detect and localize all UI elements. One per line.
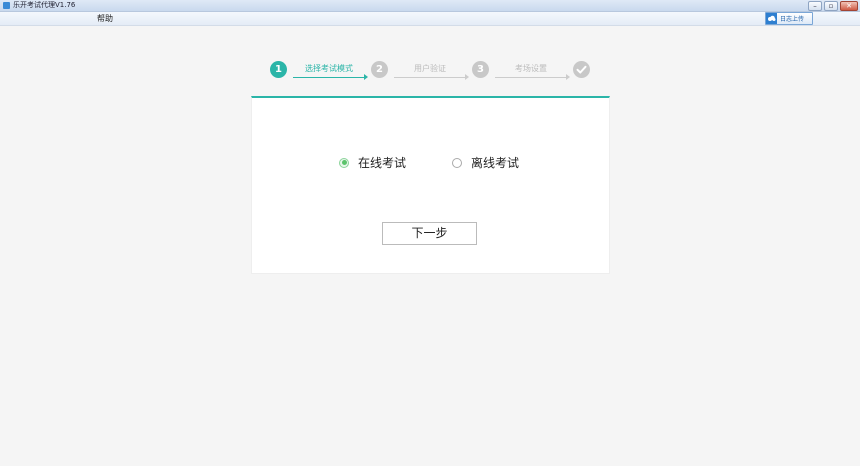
- step-1-label: 选择考试模式: [305, 64, 353, 73]
- stepper: 1 选择考试模式 2 用户验证 3 考场设置: [270, 60, 592, 80]
- step-3-label: 考场设置: [515, 64, 547, 73]
- close-icon[interactable]: ✕: [840, 1, 858, 11]
- menu-bar: 帮助 日志上传: [0, 12, 860, 26]
- radio-online-option[interactable]: 在线考试: [339, 154, 406, 171]
- menu-help[interactable]: 帮助: [97, 12, 113, 25]
- log-upload-label: 日志上传: [780, 16, 805, 23]
- step-3-line: [495, 77, 567, 78]
- restore-icon[interactable]: ▫: [824, 1, 838, 11]
- radio-offline-option[interactable]: 离线考试: [452, 154, 519, 171]
- radio-offline-label[interactable]: 离线考试: [471, 154, 519, 171]
- next-button[interactable]: 下一步: [382, 222, 477, 245]
- window-title: 乐开考试代理V1.76: [13, 1, 76, 9]
- mode-card: 在线考试 离线考试 下一步: [251, 96, 610, 274]
- window-controls: – ▫ ✕: [808, 1, 858, 11]
- radio-online-label[interactable]: 在线考试: [358, 154, 406, 171]
- app-icon: [3, 2, 10, 9]
- step-3-circle: 3: [472, 61, 489, 78]
- step-1-arrow-icon: [364, 74, 368, 80]
- title-bar: 乐开考试代理V1.76 – ▫ ✕: [0, 0, 860, 12]
- minimize-icon[interactable]: –: [808, 1, 822, 11]
- radio-dot-icon: [341, 160, 347, 165]
- step-1-circle: 1: [270, 61, 287, 78]
- check-icon: [573, 61, 590, 78]
- cloud-icon: [766, 13, 777, 24]
- step-1-line: [293, 77, 365, 78]
- main-area: 1 选择考试模式 2 用户验证 3 考场设置 在线考试 离线考试 下一步: [0, 26, 860, 466]
- step-2-arrow-icon: [465, 74, 469, 80]
- log-upload-button[interactable]: 日志上传: [765, 12, 813, 25]
- step-2-label: 用户验证: [414, 64, 446, 73]
- radio-offline[interactable]: [452, 157, 462, 168]
- step-3-arrow-icon: [566, 74, 570, 80]
- radio-online[interactable]: [339, 157, 349, 168]
- step-2-circle: 2: [371, 61, 388, 78]
- step-2-line: [394, 77, 466, 78]
